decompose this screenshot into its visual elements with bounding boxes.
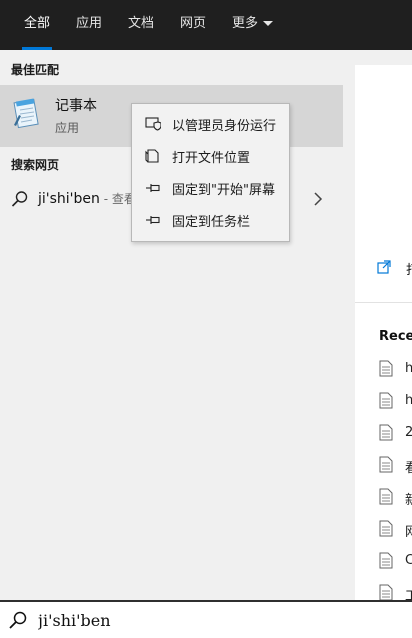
tab-more[interactable]: 更多 [232, 0, 274, 50]
context-menu: 以管理员身份运行 打开文件位置 固定到"开始"屏幕 固定到任务栏 [131, 103, 290, 242]
web-search-text: ji'shi'ben - 查看 [38, 190, 136, 207]
document-icon [379, 360, 393, 377]
menu-item-open-file-location[interactable]: 打开文件位置 [132, 141, 289, 171]
chevron-right-icon[interactable] [313, 192, 323, 206]
recent-item-label: 新 [405, 493, 412, 508]
tab-all[interactable]: 全部 [21, 0, 53, 50]
web-search-heading: 搜索网页 [11, 158, 60, 172]
tab-apps[interactable]: 应用 [76, 0, 102, 50]
document-icon [379, 488, 393, 505]
document-icon [379, 552, 393, 569]
preview-divider [355, 302, 412, 303]
menu-item-label: 以管理员身份运行 [172, 119, 277, 134]
pin-icon [146, 216, 160, 224]
recent-item[interactable]: 2 [379, 424, 412, 444]
menu-item-run-as-admin[interactable]: 以管理员身份运行 [132, 109, 289, 139]
recent-item-label: h [405, 393, 412, 408]
document-icon [379, 424, 393, 441]
web-search-query: ji'shi'ben [38, 191, 100, 207]
document-icon [379, 456, 393, 473]
recent-item-label: C [405, 553, 412, 568]
admin-shield-icon [145, 117, 161, 131]
open-icon [377, 260, 391, 274]
search-scope-tabs: 全部 应用 文档 网页 更多 [0, 0, 412, 50]
search-icon [9, 611, 27, 629]
recent-item[interactable]: 新 [379, 488, 412, 508]
search-input[interactable] [38, 609, 398, 631]
recent-item[interactable]: C [379, 552, 412, 572]
menu-item-pin-to-start[interactable]: 固定到"开始"屏幕 [132, 173, 289, 203]
tab-documents[interactable]: 文档 [128, 0, 154, 50]
document-icon [379, 520, 393, 537]
document-icon [379, 584, 393, 601]
notepad-icon [13, 98, 39, 129]
best-match-heading: 最佳匹配 [11, 63, 60, 77]
recent-item-label: 2 [405, 425, 412, 440]
recent-item-label: 网 [405, 525, 412, 540]
file-location-icon [145, 149, 159, 163]
best-match-type: 应用 [55, 121, 80, 135]
chevron-down-icon [263, 21, 274, 26]
recent-heading: Recen [379, 329, 412, 344]
menu-item-label: 固定到任务栏 [172, 215, 251, 230]
preview-pane: 打 Recen h h 2 看 新 网 C 工 [355, 65, 412, 604]
open-action[interactable]: 打 [406, 259, 412, 278]
tab-web[interactable]: 网页 [180, 0, 206, 50]
recent-item[interactable]: 看 [379, 456, 412, 476]
recent-item[interactable]: h [379, 392, 412, 412]
recent-item-label: h [405, 361, 412, 376]
pin-icon [146, 184, 160, 192]
recent-item[interactable]: 网 [379, 520, 412, 540]
search-icon [11, 191, 28, 207]
best-match-name: 记事本 [55, 98, 97, 114]
menu-item-label: 固定到"开始"屏幕 [172, 183, 275, 198]
recent-item[interactable]: h [379, 360, 412, 380]
menu-item-label: 打开文件位置 [172, 151, 251, 166]
document-icon [379, 392, 393, 409]
tab-more-label: 更多 [232, 16, 259, 31]
search-bar [0, 600, 412, 638]
recent-item-label: 看 [405, 461, 412, 476]
menu-item-pin-to-taskbar[interactable]: 固定到任务栏 [132, 205, 289, 235]
